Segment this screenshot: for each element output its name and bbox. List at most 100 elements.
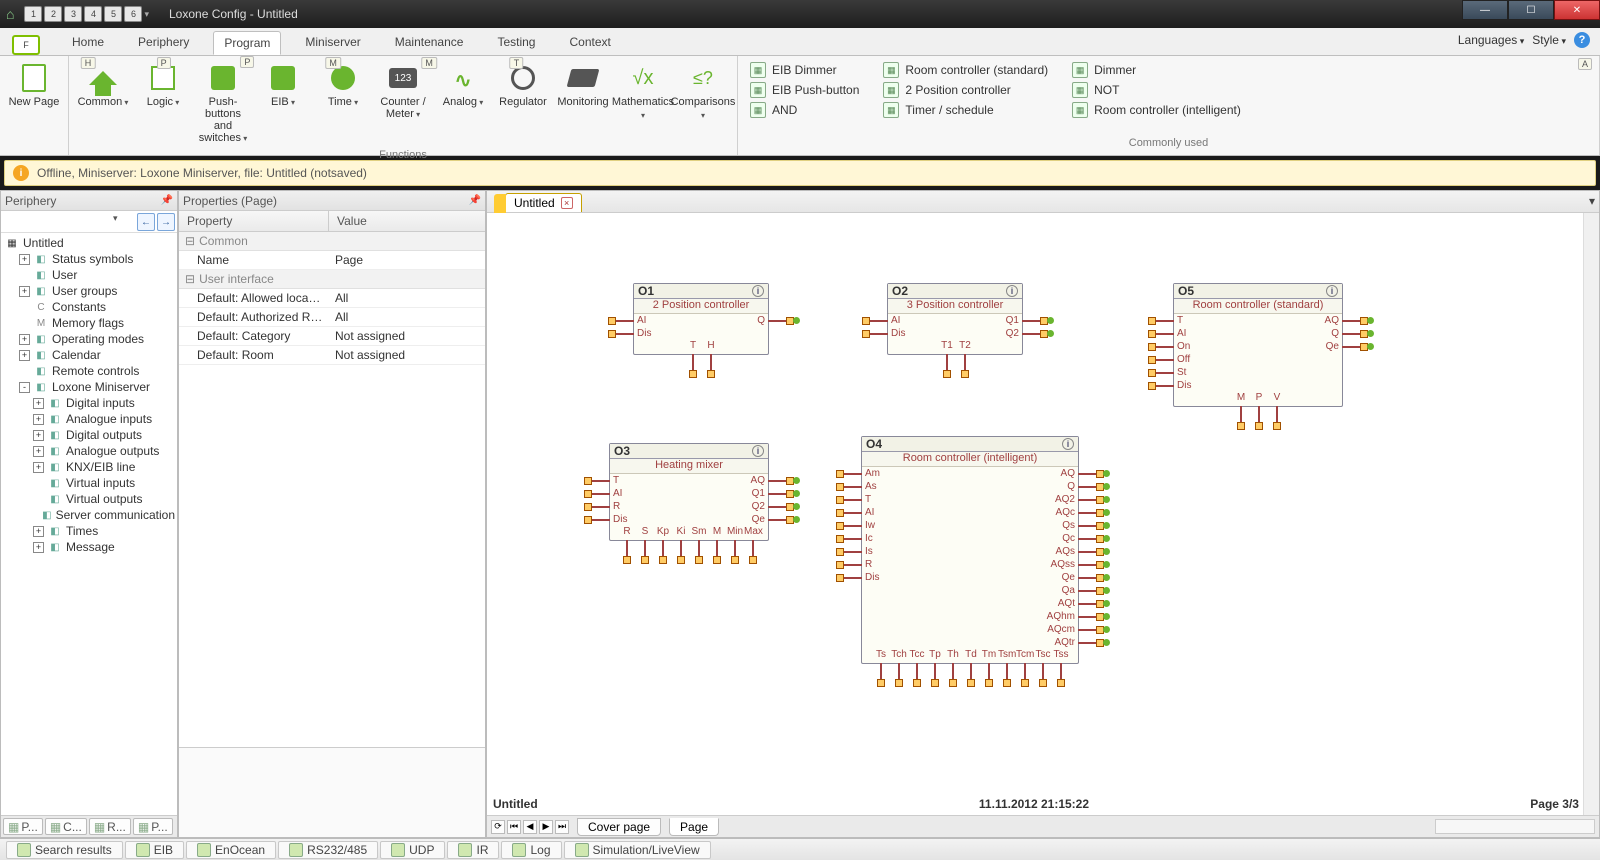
param-t2[interactable]: T2 xyxy=(956,340,974,351)
param-stub[interactable] xyxy=(916,663,918,679)
ribbon-counter-meter-button[interactable]: 123Counter / Meter xyxy=(375,60,431,147)
next-page-icon[interactable]: ▶ xyxy=(539,820,553,834)
tree-item-calendar[interactable]: +◧Calendar xyxy=(5,347,175,363)
param-stub[interactable] xyxy=(964,354,966,370)
param-stub[interactable] xyxy=(698,540,700,556)
param-tch[interactable]: Tch xyxy=(890,649,908,660)
first-page-icon[interactable]: ⏮ xyxy=(507,820,521,834)
minimize-button[interactable]: — xyxy=(1462,0,1508,20)
ribbon-push-buttons-and-switches-button[interactable]: Push-buttons and switches xyxy=(195,60,251,147)
input-stub[interactable] xyxy=(592,506,610,508)
param-td[interactable]: Td xyxy=(962,649,980,660)
ribbon-tab-periphery[interactable]: PeripheryP xyxy=(128,31,199,55)
new-page-button[interactable]: New Page xyxy=(6,60,62,110)
tree-item-user-groups[interactable]: +◧User groups xyxy=(5,283,175,299)
vertical-scrollbar[interactable] xyxy=(1583,213,1599,815)
output-q[interactable]: Q xyxy=(1331,327,1339,340)
input-stub[interactable] xyxy=(844,577,862,579)
common-not[interactable]: ▦NOT xyxy=(1072,82,1241,98)
output-q1[interactable]: Q1 xyxy=(1006,314,1019,327)
param-sm[interactable]: Sm xyxy=(690,526,708,537)
bottom-tab-udp[interactable]: UDP xyxy=(380,841,445,859)
output-stub[interactable] xyxy=(768,320,786,322)
output-qs[interactable]: Qs xyxy=(1062,519,1075,532)
output-aqc[interactable]: AQc xyxy=(1056,506,1075,519)
output-stub[interactable] xyxy=(1078,486,1096,488)
param-stub[interactable] xyxy=(1240,406,1242,422)
param-s[interactable]: S xyxy=(636,526,654,537)
input-r[interactable]: R xyxy=(865,558,872,571)
ribbon-monitoring-button[interactable]: Monitoring xyxy=(555,60,611,147)
input-dis[interactable]: Dis xyxy=(637,327,651,340)
input-ic[interactable]: Ic xyxy=(865,532,873,545)
output-aqss[interactable]: AQss xyxy=(1051,558,1075,571)
help-icon[interactable]: ? xyxy=(1574,32,1590,48)
expander-icon[interactable]: + xyxy=(33,414,44,425)
param-max[interactable]: Max xyxy=(744,526,762,537)
bottom-tab-ir[interactable]: IR xyxy=(447,841,499,859)
page-nav[interactable]: ⟳ ⏮ ◀ ▶ ⏭ xyxy=(491,820,569,834)
input-stub[interactable] xyxy=(844,525,862,527)
style-dropdown[interactable]: Style xyxy=(1532,33,1566,47)
bottom-tab-eib[interactable]: EIB xyxy=(125,841,184,859)
tree-item-analogue-inputs[interactable]: +◧Analogue inputs xyxy=(5,411,175,427)
output-stub[interactable] xyxy=(1022,333,1040,335)
output-q2[interactable]: Q2 xyxy=(1006,327,1019,340)
periphery-tab[interactable]: ▦P... xyxy=(3,818,43,835)
tree-item-virtual-outputs[interactable]: ◧Virtual outputs xyxy=(5,491,175,507)
param-stub[interactable] xyxy=(1024,663,1026,679)
tree-item-user[interactable]: ◧User xyxy=(5,267,175,283)
page-tab-page[interactable]: Page xyxy=(669,818,719,836)
param-v[interactable]: V xyxy=(1268,392,1286,403)
qat-6[interactable]: 6 xyxy=(124,6,142,22)
prev-page-icon[interactable]: ◀ xyxy=(523,820,537,834)
output-qe[interactable]: Qe xyxy=(1326,340,1339,353)
file-button[interactable]: F xyxy=(12,35,40,55)
output-stub[interactable] xyxy=(768,480,786,482)
param-stub[interactable] xyxy=(710,354,712,370)
input-iw[interactable]: Iw xyxy=(865,519,875,532)
common-timer-schedule[interactable]: ▦Timer / schedule xyxy=(883,102,1048,118)
output-q[interactable]: Q xyxy=(1067,480,1075,493)
last-page-icon[interactable]: ⏭ xyxy=(555,820,569,834)
output-aq2[interactable]: AQ2 xyxy=(1055,493,1075,506)
output-qe[interactable]: Qe xyxy=(1062,571,1075,584)
output-qc[interactable]: Qc xyxy=(1062,532,1075,545)
param-stub[interactable] xyxy=(626,540,628,556)
prop-row[interactable]: Default: CategoryNot assigned xyxy=(179,327,485,346)
info-icon[interactable]: i xyxy=(1326,285,1338,297)
tree-root[interactable]: ▦ Untitled xyxy=(5,235,175,251)
refresh-icon[interactable]: ⟳ xyxy=(491,820,505,834)
param-stub[interactable] xyxy=(716,540,718,556)
block-o4[interactable]: O4iRoom controller (intelligent)AmAsTAII… xyxy=(861,436,1079,664)
prop-group-common[interactable]: ⊟Common xyxy=(179,232,485,251)
qat-2[interactable]: 2 xyxy=(44,6,62,22)
common--position-controller[interactable]: ▦2 Position controller xyxy=(883,82,1048,98)
output-stub[interactable] xyxy=(1342,346,1360,348)
param-tm[interactable]: Tm xyxy=(980,649,998,660)
output-q[interactable]: Q xyxy=(757,314,765,327)
input-stub[interactable] xyxy=(592,480,610,482)
output-stub[interactable] xyxy=(1342,320,1360,322)
param-stub[interactable] xyxy=(1258,406,1260,422)
param-stub[interactable] xyxy=(898,663,900,679)
input-stub[interactable] xyxy=(844,512,862,514)
periphery-tree[interactable]: ▦ Untitled +◧Status symbols◧User+◧User g… xyxy=(1,233,177,815)
param-m[interactable]: M xyxy=(708,526,726,537)
expander-icon[interactable]: + xyxy=(19,350,30,361)
block-o5[interactable]: O5iRoom controller (standard)TAIOnOffStD… xyxy=(1173,283,1343,407)
input-stub[interactable] xyxy=(844,564,862,566)
param-stub[interactable] xyxy=(734,540,736,556)
bottom-tab-log[interactable]: Log xyxy=(501,841,561,859)
param-h[interactable]: H xyxy=(702,340,720,351)
ribbon-tab-program[interactable]: ProgramP xyxy=(213,31,281,55)
output-qa[interactable]: Qa xyxy=(1062,584,1075,597)
input-ai[interactable]: AI xyxy=(865,506,874,519)
tree-item-digital-inputs[interactable]: +◧Digital inputs xyxy=(5,395,175,411)
ribbon-tab-maintenance[interactable]: MaintenanceM xyxy=(385,31,474,55)
input-ai[interactable]: AI xyxy=(891,314,900,327)
input-t[interactable]: T xyxy=(865,493,871,506)
param-ki[interactable]: Ki xyxy=(672,526,690,537)
output-stub[interactable] xyxy=(1078,551,1096,553)
prop-row[interactable]: NamePage xyxy=(179,251,485,270)
